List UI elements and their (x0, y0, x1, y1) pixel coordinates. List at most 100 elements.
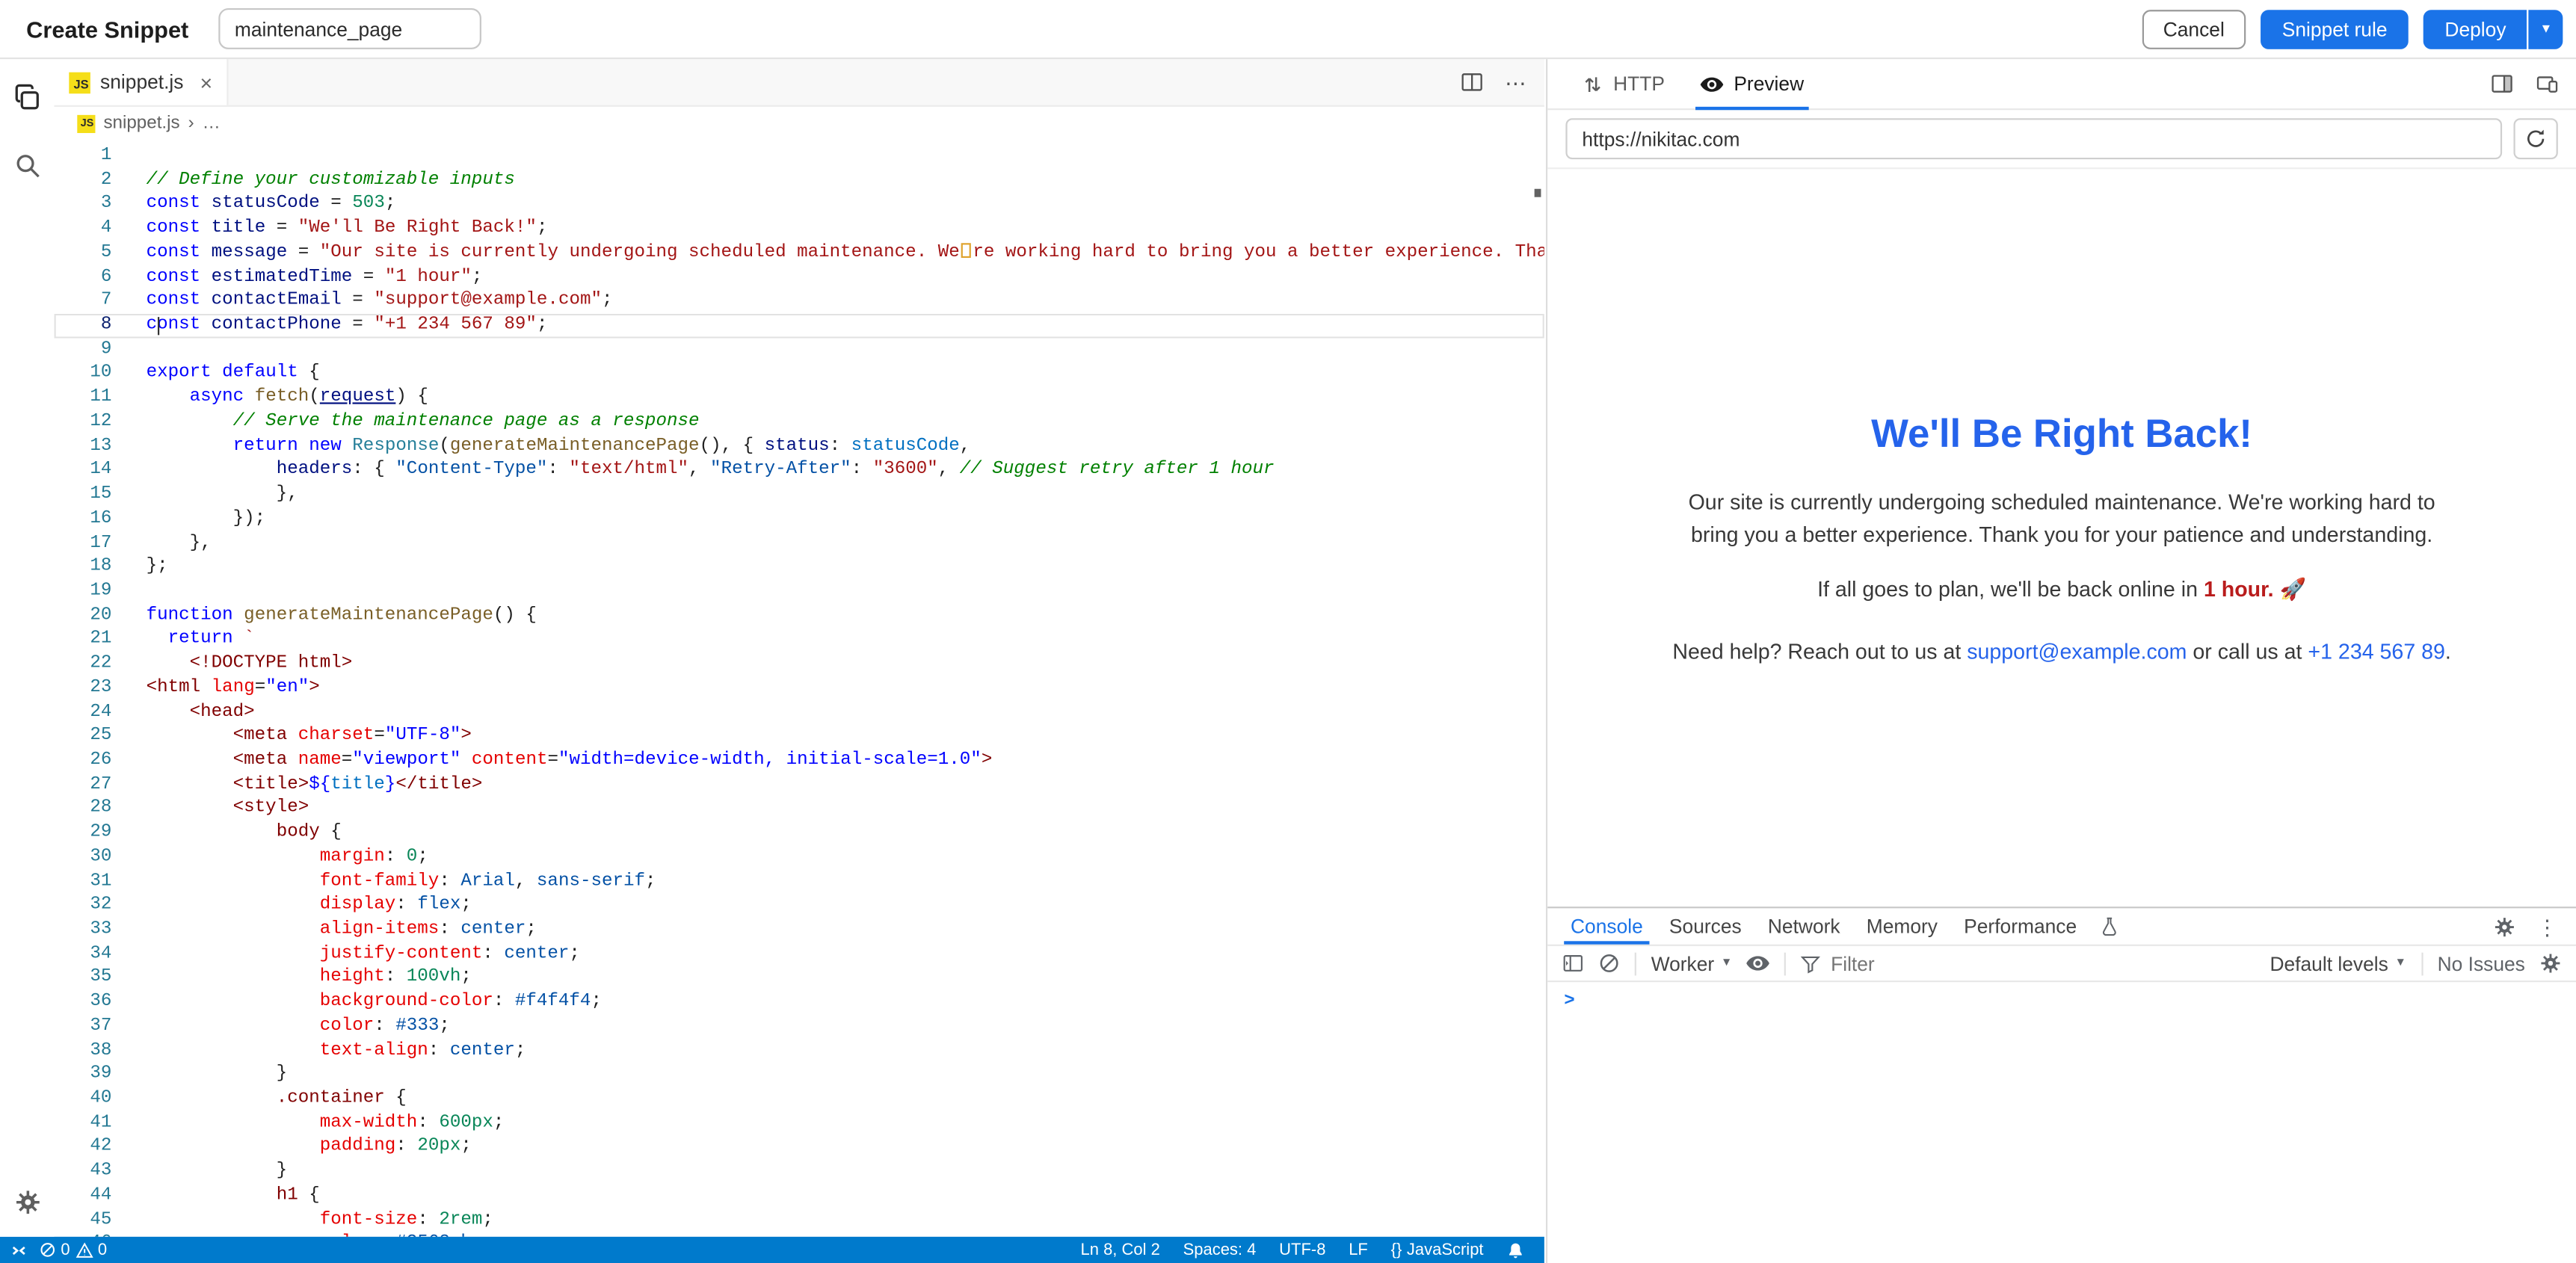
code-line[interactable]: 38 text-align: center; (55, 1039, 1544, 1063)
search-icon[interactable] (12, 151, 42, 181)
code-line[interactable]: 23<html lang="en"> (55, 676, 1544, 700)
issues-counter[interactable]: No Issues (2438, 952, 2525, 975)
experiments-flask-icon[interactable] (2090, 908, 2130, 944)
split-editor-icon[interactable] (1461, 71, 1484, 94)
code-line[interactable]: 16 }); (55, 507, 1544, 531)
support-email-link[interactable]: support@example.com (1967, 639, 2187, 664)
code-line[interactable]: 13 return new Response(generateMaintenan… (55, 435, 1544, 459)
kebab-menu-icon[interactable]: ⋮ (2536, 915, 2558, 937)
code-line[interactable]: 18}; (55, 555, 1544, 579)
settings-gear-icon[interactable] (12, 1188, 42, 1217)
url-input[interactable] (1565, 118, 2502, 159)
cancel-button[interactable]: Cancel (2142, 9, 2246, 49)
code-line[interactable]: 28 <style> (55, 797, 1544, 821)
code-line[interactable]: 26 <meta name="viewport" content="width=… (55, 749, 1544, 773)
log-levels-selector[interactable]: Default levels ▼ (2270, 952, 2406, 975)
live-expression-eye-icon[interactable] (1747, 956, 1770, 971)
snippet-rule-button[interactable]: Snippet rule (2261, 9, 2409, 49)
devtools-tab-sources[interactable]: Sources (1656, 908, 1754, 944)
code-line[interactable]: 6const estimatedTime = "1 hour"; (55, 265, 1544, 289)
code-line[interactable]: 30 margin: 0; (55, 845, 1544, 869)
indentation-setting[interactable]: Spaces: 4 (1183, 1241, 1257, 1259)
notifications-bell-icon[interactable] (1506, 1241, 1524, 1259)
refresh-button[interactable] (2513, 118, 2557, 159)
code-line[interactable]: 39 } (55, 1063, 1544, 1087)
filter-input[interactable] (1831, 952, 2255, 975)
eol-setting[interactable]: LF (1349, 1241, 1368, 1259)
remote-indicator-icon[interactable] (10, 1241, 28, 1259)
code-line[interactable]: 40 .container { (55, 1087, 1544, 1111)
code-line[interactable]: 14 headers: { "Content-Type": "text/html… (55, 459, 1544, 483)
devtools-tab-network[interactable]: Network (1754, 908, 1853, 944)
code-line[interactable]: 27 <title>${title}</title> (55, 773, 1544, 797)
code-line[interactable]: 41 max-width: 600px; (55, 1111, 1544, 1135)
code-line[interactable]: 5const message = "Our site is currently … (55, 241, 1544, 265)
cursor-position[interactable]: Ln 8, Col 2 (1081, 1241, 1160, 1259)
editor-scrollbar[interactable] (1531, 140, 1544, 1237)
tab-preview[interactable]: Preview (1686, 59, 1819, 108)
code-line[interactable]: 4const title = "We'll Be Right Back!"; (55, 217, 1544, 241)
devtools-settings-gear-icon[interactable] (2494, 915, 2515, 937)
deploy-dropdown-button[interactable]: ▾ (2529, 9, 2563, 49)
console-sidebar-icon[interactable] (1562, 953, 1584, 975)
devtools-tab-memory[interactable]: Memory (1853, 908, 1950, 944)
code-line[interactable]: 43 } (55, 1160, 1544, 1184)
code-line[interactable]: 22 <!DOCTYPE html> (55, 652, 1544, 676)
code-line[interactable]: 19 (55, 580, 1544, 604)
more-actions-icon[interactable]: ⋯ (1505, 72, 1526, 93)
code-line[interactable]: 35 height: 100vh; (55, 966, 1544, 990)
console-prompt[interactable]: > (1564, 992, 1575, 1011)
code-token: { (298, 364, 320, 383)
code-line[interactable]: 20function generateMaintenancePage() { (55, 604, 1544, 628)
breadcrumb-more[interactable]: … (203, 114, 221, 133)
context-selector[interactable]: Worker ▼ (1651, 952, 1733, 975)
code-line[interactable]: 11 async fetch(request) { (55, 386, 1544, 410)
code-line[interactable]: 9 (55, 338, 1544, 362)
code-line[interactable]: 29 body { (55, 821, 1544, 845)
problems-indicator[interactable]: 0 0 (40, 1241, 107, 1259)
code-line[interactable]: 34 justify-content: center; (55, 942, 1544, 966)
code-area[interactable]: 12// Define your customizable inputs3con… (55, 140, 1544, 1237)
code-line[interactable]: 8const contactPhone = "+1 234 567 89"; (55, 314, 1544, 338)
code-token (147, 1186, 277, 1205)
console-settings-gear-icon[interactable] (2540, 953, 2562, 975)
tab-http[interactable]: HTTP (1568, 59, 1680, 108)
panel-layout-icon[interactable] (2491, 72, 2514, 96)
close-icon[interactable]: × (200, 72, 212, 93)
snippets-explorer-icon[interactable] (12, 82, 42, 112)
clear-console-icon[interactable] (1598, 953, 1620, 975)
code-line[interactable]: 1 (55, 144, 1544, 168)
devtools-tab-console[interactable]: Console (1557, 908, 1656, 944)
breadcrumb[interactable]: JS snippet.js › … (55, 107, 1544, 140)
code-token: ; (460, 968, 472, 987)
code-line[interactable]: 25 <meta charset="UTF-8"> (55, 725, 1544, 749)
code-line[interactable]: 10export default { (55, 362, 1544, 386)
snippet-name-input[interactable] (218, 8, 481, 49)
console-log-area[interactable]: > (1547, 982, 2576, 1263)
encoding-setting[interactable]: UTF-8 (1279, 1241, 1325, 1259)
code-line[interactable]: 3const statusCode = 503; (55, 193, 1544, 217)
code-line[interactable]: 21 return ` (55, 628, 1544, 652)
language-mode[interactable]: {} JavaScript (1391, 1241, 1484, 1259)
tab-label: snippet.js (100, 71, 183, 94)
code-line[interactable]: 32 display: flex; (55, 894, 1544, 918)
code-line[interactable]: 15 }, (55, 483, 1544, 507)
code-line[interactable]: 24 <head> (55, 700, 1544, 724)
code-line[interactable]: 2// Define your customizable inputs (55, 169, 1544, 193)
code-line[interactable]: 44 h1 { (55, 1184, 1544, 1208)
devtools-tab-performance[interactable]: Performance (1951, 908, 2090, 944)
editor-tab-snippet-js[interactable]: JS snippet.js × (55, 59, 229, 105)
code-line[interactable]: 31 font-family: Arial, sans-serif; (55, 870, 1544, 894)
deploy-button[interactable]: Deploy (2424, 9, 2527, 49)
code-line[interactable]: 42 padding: 20px; (55, 1136, 1544, 1160)
code-line[interactable]: 37 color: #333; (55, 1015, 1544, 1039)
device-preview-icon[interactable] (2535, 72, 2560, 96)
code-line[interactable]: 17 }, (55, 531, 1544, 555)
code-line[interactable]: 33 align-items: center; (55, 918, 1544, 942)
phone-link[interactable]: +1 234 567 89 (2308, 639, 2445, 664)
breadcrumb-file[interactable]: snippet.js (103, 114, 179, 133)
code-line[interactable]: 36 background-color: #f4f4f4; (55, 991, 1544, 1015)
code-line[interactable]: 12 // Serve the maintenance page as a re… (55, 410, 1544, 434)
code-line[interactable]: 45 font-size: 2rem; (55, 1208, 1544, 1232)
code-line[interactable]: 7const contactEmail = "support@example.c… (55, 289, 1544, 313)
